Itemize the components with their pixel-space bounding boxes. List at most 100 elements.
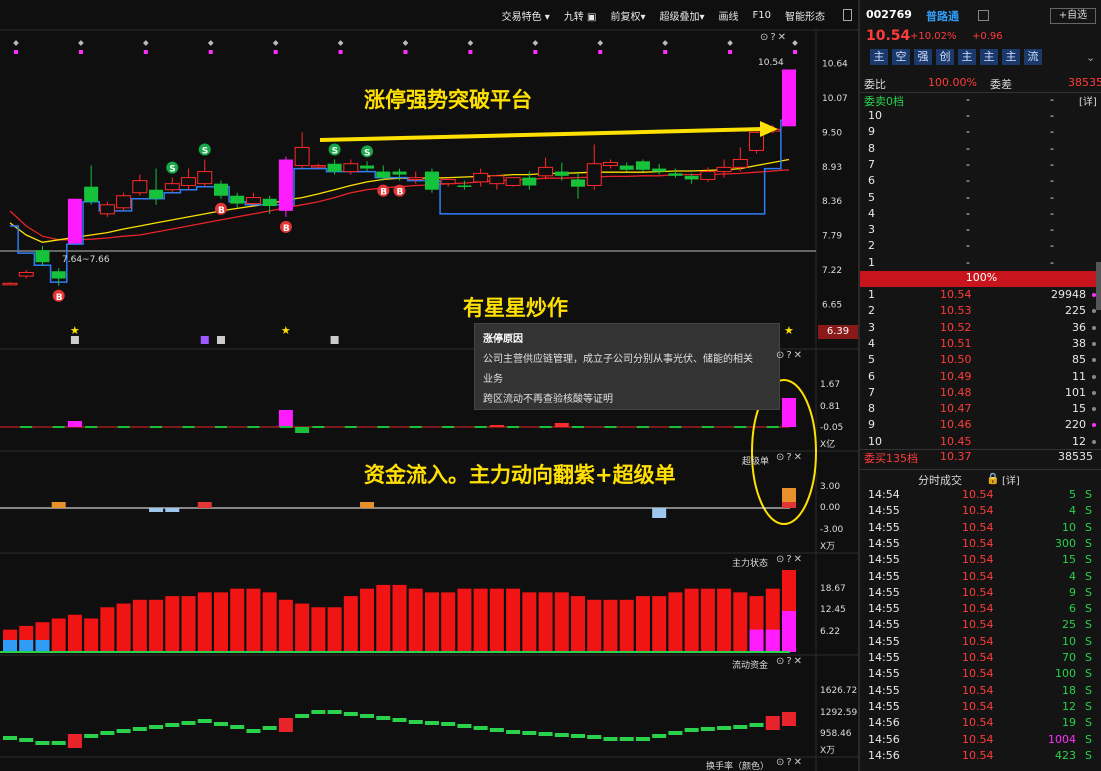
liquidity-bar	[717, 726, 732, 730]
buy-order-row[interactable]: 5 10.50 85	[860, 352, 1098, 368]
panel-icons-2[interactable]: ⊙?✕	[776, 350, 804, 361]
liquidity-bar	[668, 731, 683, 735]
detail-link[interactable]: [详]	[1079, 93, 1097, 108]
lock-icon[interactable]	[978, 10, 989, 21]
expand-icon[interactable]	[843, 9, 852, 21]
liquidity-bar	[181, 721, 196, 725]
buy-order-row[interactable]: 2 10.53 225	[860, 303, 1098, 319]
volume: -	[1050, 239, 1054, 253]
trade-volume: 9	[1069, 585, 1076, 599]
liquidity-bar	[554, 733, 569, 737]
dot-icon	[1092, 439, 1096, 444]
toolbar-item-adjust[interactable]: 前复权▾	[610, 8, 645, 23]
flow-bar	[474, 426, 487, 428]
annotation-star: 有星星炒作	[463, 296, 568, 320]
candle-body	[635, 161, 650, 170]
buy-order-row[interactable]: 4 10.51 38	[860, 336, 1098, 352]
quote-header: 002769 普路通 +自选	[860, 8, 1101, 26]
tag-chip[interactable]: 流	[1024, 49, 1042, 65]
candle-body	[51, 271, 66, 279]
sell-order-row[interactable]: 7 - -	[860, 157, 1098, 173]
lock-icon[interactable]: 🔒	[986, 472, 1000, 485]
toolbar-item-nine-turn[interactable]: 九转 ▣	[564, 8, 597, 23]
p2-tick: 1.67	[820, 380, 841, 390]
toolbar-item-f10[interactable]: F10	[753, 10, 771, 21]
main-force-bar	[619, 599, 634, 652]
toolbar-item-overlay[interactable]: 超级叠加▾	[659, 8, 704, 23]
liquidity-bar	[408, 720, 423, 724]
buy-order-row[interactable]: 3 10.52 36	[860, 320, 1098, 336]
candle-body	[278, 159, 293, 211]
trade-time: 14:56	[868, 716, 900, 730]
super-order-bar	[149, 508, 164, 512]
p4-tick: 12.45	[820, 605, 846, 615]
liquidity-bar	[571, 734, 586, 738]
trade-row: 14:54 10.54 5 S	[860, 487, 1098, 503]
liquidity-bar	[132, 727, 147, 731]
flow-bar	[247, 426, 260, 428]
scrollbar[interactable]	[1096, 262, 1101, 310]
buy-order-row[interactable]: 6 10.49 11	[860, 369, 1098, 385]
candle-body	[99, 204, 115, 215]
tag-chip[interactable]: 强	[914, 49, 932, 65]
panel-icons-3[interactable]: ⊙?✕	[776, 452, 804, 463]
sell-order-row[interactable]: 10 - -	[860, 108, 1098, 124]
super-order-bar	[652, 508, 667, 518]
trade-side: S	[1085, 618, 1092, 632]
tag-chip[interactable]: 空	[892, 49, 910, 65]
tag-chip[interactable]: 主	[958, 49, 976, 65]
chevron-down-icon[interactable]: ⌄	[1086, 51, 1095, 64]
buy-order-row[interactable]: 7 10.48 101	[860, 385, 1098, 401]
panel-icons-main[interactable]: ⊙?✕	[760, 32, 788, 43]
dot-icon	[1092, 407, 1096, 412]
buy-order-row[interactable]: 8 10.47 15	[860, 401, 1098, 417]
square-marker	[330, 336, 339, 344]
toolbar-item-pattern[interactable]: 智能形态	[785, 8, 825, 23]
candle-body	[424, 171, 439, 190]
liquidity-bar	[619, 737, 634, 741]
tag-chip[interactable]: 创	[936, 49, 954, 65]
trades-detail-link[interactable]: [详]	[1002, 472, 1020, 487]
buy-order-row[interactable]: 1 10.54 29948	[860, 287, 1098, 303]
toolbar-item-trade-features[interactable]: 交易特色 ▾	[502, 8, 550, 23]
trade-side: S	[1085, 699, 1092, 713]
panel-icons-5[interactable]: ⊙?✕	[776, 656, 804, 667]
price: 10.52	[940, 320, 972, 334]
sell-order-row[interactable]: 2 - -	[860, 238, 1098, 254]
add-watchlist-button[interactable]: +自选	[1050, 8, 1096, 24]
annotation-fund-flow: 资金流入。主力动向翻紫+超级单	[364, 463, 676, 487]
candle-body	[132, 180, 148, 194]
main-force-magenta-bar	[765, 629, 780, 652]
main-force-bar	[376, 584, 391, 652]
level: 4	[868, 336, 875, 350]
pink-marker	[793, 50, 797, 54]
sell-order-row[interactable]: 5 - -	[860, 190, 1098, 206]
flow-bar	[20, 426, 33, 428]
trade-time: 14:56	[868, 732, 900, 746]
trade-price: 10.54	[962, 520, 994, 534]
main-force-bar	[51, 618, 66, 652]
liquidity-bar	[506, 730, 521, 734]
buy-order-row[interactable]: 10 10.45 12	[860, 434, 1098, 450]
trade-row: 14:55 10.54 4 S	[860, 503, 1098, 519]
sell-order-row[interactable]: 6 - -	[860, 173, 1098, 189]
sell-order-row[interactable]: 1 - -	[860, 255, 1098, 271]
liquidity-bar	[116, 729, 131, 733]
tag-chip[interactable]: 主	[980, 49, 998, 65]
sell-order-row[interactable]: 4 - -	[860, 206, 1098, 222]
candle-body	[392, 171, 407, 175]
sell-order-row[interactable]: 8 - -	[860, 141, 1098, 157]
sell-order-row[interactable]: 9 - -	[860, 124, 1098, 140]
tag-chip[interactable]: 主	[870, 49, 888, 65]
panel-icons-6[interactable]: ⊙?✕	[776, 757, 804, 768]
buy-order-row[interactable]: 9 10.46 220	[860, 417, 1098, 433]
stock-code: 002769	[866, 8, 912, 21]
trade-time: 14:56	[868, 748, 900, 762]
toolbar-item-draw[interactable]: 画线	[719, 8, 739, 23]
panel-icons-4[interactable]: ⊙?✕	[776, 554, 804, 565]
buy-footer-vol: 38535	[1058, 450, 1093, 463]
flow-bar	[701, 426, 714, 428]
tag-chip[interactable]: 主	[1002, 49, 1020, 65]
trade-side: S	[1085, 569, 1092, 583]
sell-order-row[interactable]: 3 - -	[860, 222, 1098, 238]
